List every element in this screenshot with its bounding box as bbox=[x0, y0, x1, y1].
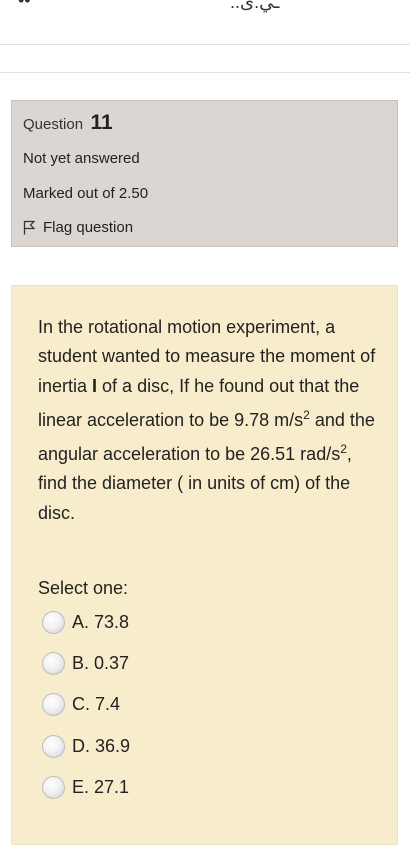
page-title-fragment: ..ـي.ى bbox=[230, 0, 280, 12]
option-b[interactable]: B. 0.37 bbox=[42, 652, 129, 675]
flag-question-label[interactable]: Flag question bbox=[43, 219, 133, 236]
question-label: Question bbox=[23, 116, 84, 133]
question-grade: Marked out of 2.50 bbox=[23, 185, 149, 202]
radio-option-e[interactable] bbox=[42, 776, 65, 799]
radio-option-d[interactable] bbox=[42, 735, 65, 758]
option-e-value[interactable]: 27.1 bbox=[94, 777, 129, 798]
option-d-value[interactable]: 36.9 bbox=[95, 736, 130, 757]
radio-option-b[interactable] bbox=[42, 652, 65, 675]
option-c-letter[interactable]: C. bbox=[72, 694, 90, 715]
flag-icon bbox=[23, 220, 35, 235]
question-text: In the rotational motion experiment, a s… bbox=[38, 313, 383, 528]
option-e-letter[interactable]: E. bbox=[72, 777, 89, 798]
option-d-letter[interactable]: D. bbox=[72, 736, 90, 757]
top-left-dots: •• bbox=[18, 0, 31, 10]
option-e[interactable]: E. 27.1 bbox=[42, 776, 129, 799]
question-number: 11 bbox=[90, 111, 113, 134]
option-d[interactable]: D. 36.9 bbox=[42, 735, 130, 758]
radio-option-c[interactable] bbox=[42, 693, 65, 716]
top-bar: •• ..ـي.ى bbox=[0, 0, 410, 45]
option-b-letter[interactable]: B. bbox=[72, 653, 89, 674]
flag-question-link[interactable]: Flag question bbox=[23, 219, 133, 236]
option-a[interactable]: A. 73.8 bbox=[42, 611, 129, 634]
superscript-1: 2 bbox=[303, 407, 310, 422]
question-info-panel: Question 11 Not yet answered Marked out … bbox=[11, 100, 398, 247]
question-number-row: Question 11 bbox=[23, 111, 113, 135]
superscript-2: 2 bbox=[340, 442, 347, 457]
option-b-value[interactable]: 0.37 bbox=[94, 653, 129, 674]
option-a-letter[interactable]: A. bbox=[72, 612, 89, 633]
header-divider bbox=[0, 72, 410, 73]
option-c[interactable]: C. 7.4 bbox=[42, 693, 120, 716]
radio-option-a[interactable] bbox=[42, 611, 65, 634]
option-a-value[interactable]: 73.8 bbox=[94, 612, 129, 633]
select-one-prompt: Select one: bbox=[38, 578, 129, 598]
question-state: Not yet answered bbox=[23, 150, 140, 167]
question-content-panel: In the rotational motion experiment, a s… bbox=[11, 285, 398, 845]
option-c-value[interactable]: 7.4 bbox=[95, 694, 120, 715]
